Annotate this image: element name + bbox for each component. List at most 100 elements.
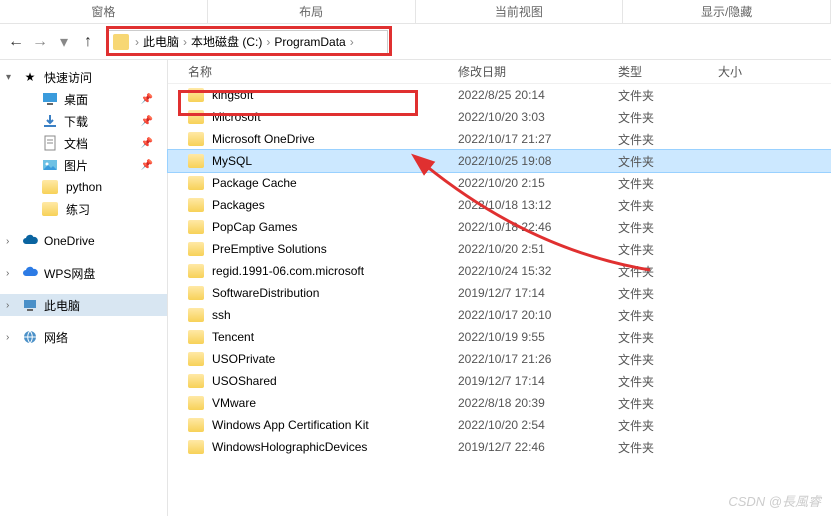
table-row[interactable]: VMware2022/8/18 20:39文件夹	[168, 392, 831, 414]
breadcrumb-item[interactable]: 本地磁盘 (C:)	[189, 33, 264, 50]
file-name: PopCap Games	[212, 220, 297, 234]
sidebar-item-documents[interactable]: 文档 📌	[0, 132, 167, 154]
col-header-date[interactable]: 修改日期	[458, 63, 618, 80]
file-date: 2022/10/17 21:27	[458, 132, 618, 146]
file-date: 2022/10/25 19:08	[458, 154, 618, 168]
pin-icon: 📌	[141, 138, 153, 149]
sidebar-label: 桌面	[64, 91, 88, 108]
file-name: Packages	[212, 198, 265, 212]
breadcrumb-item[interactable]: ProgramData	[272, 35, 347, 49]
table-row[interactable]: USOPrivate2022/10/17 21:26文件夹	[168, 348, 831, 370]
column-headers: 名称 修改日期 类型 大小	[168, 60, 831, 84]
file-type: 文件夹	[618, 263, 718, 280]
ribbon-tab-view[interactable]: 当前视图	[416, 0, 624, 23]
sidebar-item-onedrive[interactable]: › OneDrive	[0, 230, 167, 252]
table-row[interactable]: Microsoft OneDrive2022/10/17 21:27文件夹	[168, 128, 831, 150]
col-header-name[interactable]: 名称	[168, 63, 458, 80]
folder-icon	[188, 264, 204, 278]
chevron-right-icon: ›	[6, 300, 9, 311]
file-type: 文件夹	[618, 395, 718, 412]
table-row[interactable]: Microsoft2022/10/20 3:03文件夹	[168, 106, 831, 128]
file-type: 文件夹	[618, 351, 718, 368]
sidebar-quick-access[interactable]: ▾ ★ 快速访问	[0, 66, 167, 88]
folder-icon	[188, 440, 204, 454]
sidebar-label: 网络	[44, 329, 68, 346]
file-date: 2022/10/18 22:46	[458, 220, 618, 234]
folder-icon	[42, 180, 58, 194]
sidebar-label: 文档	[64, 135, 88, 152]
table-row[interactable]: regid.1991-06.com.microsoft 2022/10/24 15…	[168, 260, 831, 282]
sidebar-item-practice[interactable]: 练习	[0, 198, 167, 220]
folder-icon	[188, 396, 204, 410]
file-type: 文件夹	[618, 175, 718, 192]
table-row[interactable]: MySQL2022/10/25 19:08文件夹	[168, 150, 831, 172]
ribbon-tab-panes[interactable]: 窗格	[0, 0, 208, 23]
up-button[interactable]: ↑	[78, 32, 98, 52]
chevron-down-icon: ▾	[6, 72, 11, 83]
col-header-size[interactable]: 大小	[718, 63, 831, 80]
file-date: 2019/12/7 22:46	[458, 440, 618, 454]
table-row[interactable]: PopCap Games2022/10/18 22:46文件夹	[168, 216, 831, 238]
file-date: 2022/10/20 2:51	[458, 242, 618, 256]
sidebar-label: 下载	[64, 113, 88, 130]
table-row[interactable]: Package Cache2022/10/20 2:15文件夹	[168, 172, 831, 194]
file-name: Package Cache	[212, 176, 297, 190]
folder-icon	[188, 88, 204, 102]
sidebar-item-network[interactable]: › 网络	[0, 326, 167, 348]
file-name: WindowsHolographicDevices	[212, 440, 367, 454]
sidebar-label: 图片	[64, 157, 88, 174]
sidebar-item-python[interactable]: python	[0, 176, 167, 198]
file-name: SoftwareDistribution	[212, 286, 319, 300]
breadcrumb-item[interactable]: 此电脑	[141, 33, 181, 50]
sidebar-item-desktop[interactable]: 桌面 📌	[0, 88, 167, 110]
star-icon: ★	[22, 69, 38, 85]
file-type: 文件夹	[618, 241, 718, 258]
ribbon-tab-layout[interactable]: 布局	[208, 0, 416, 23]
file-name: regid.1991-06.com.microsoft	[212, 264, 364, 278]
cloud-icon	[22, 265, 38, 281]
table-row[interactable]: kingsoft2022/8/25 20:14文件夹	[168, 84, 831, 106]
table-row[interactable]: Packages2022/10/18 13:12文件夹	[168, 194, 831, 216]
file-name: ssh	[212, 308, 231, 322]
nav-row: ← → ▾ ↑ › 此电脑 › 本地磁盘 (C:) › ProgramData …	[0, 24, 831, 60]
table-row[interactable]: USOShared2019/12/7 17:14文件夹	[168, 370, 831, 392]
table-row[interactable]: SoftwareDistribution2019/12/7 17:14文件夹	[168, 282, 831, 304]
breadcrumb[interactable]: › 此电脑 › 本地磁盘 (C:) › ProgramData ›	[108, 30, 388, 54]
pin-icon: 📌	[141, 116, 153, 127]
table-row[interactable]: WindowsHolographicDevices 2019/12/7 22:46…	[168, 436, 831, 458]
sidebar-item-wps[interactable]: › WPS网盘	[0, 262, 167, 284]
file-date: 2022/10/20 2:54	[458, 418, 618, 432]
ribbon-tabs: 窗格 布局 当前视图 显示/隐藏	[0, 0, 831, 24]
file-type: 文件夹	[618, 87, 718, 104]
sidebar-item-pictures[interactable]: 图片 📌	[0, 154, 167, 176]
ribbon-tab-showhide[interactable]: 显示/隐藏	[623, 0, 831, 23]
file-date: 2022/10/24 15:32	[458, 264, 618, 278]
cloud-icon	[22, 233, 38, 249]
sidebar-item-downloads[interactable]: 下载 📌	[0, 110, 167, 132]
sidebar-label: python	[66, 180, 102, 194]
col-header-type[interactable]: 类型	[618, 63, 718, 80]
table-row[interactable]: Tencent2022/10/19 9:55文件夹	[168, 326, 831, 348]
sidebar-label: 快速访问	[44, 69, 92, 86]
forward-button[interactable]: →	[30, 32, 50, 52]
back-button[interactable]: ←	[6, 32, 26, 52]
file-type: 文件夹	[618, 285, 718, 302]
chevron-right-icon: ›	[6, 332, 9, 343]
folder-icon	[188, 352, 204, 366]
file-name: Microsoft	[212, 110, 261, 124]
recent-dropdown[interactable]: ▾	[54, 32, 74, 52]
sidebar-item-thispc[interactable]: › 此电脑	[0, 294, 167, 316]
watermark: CSDN @長風睿	[728, 491, 821, 510]
table-row[interactable]: ssh2022/10/17 20:10文件夹	[168, 304, 831, 326]
table-row[interactable]: PreEmptive Solutions2022/10/20 2:51文件夹	[168, 238, 831, 260]
folder-icon	[188, 330, 204, 344]
sidebar-label: 此电脑	[44, 297, 80, 314]
folder-icon	[188, 418, 204, 432]
folder-icon	[188, 110, 204, 124]
file-name: Windows App Certification Kit	[212, 418, 369, 432]
pin-icon: 📌	[141, 94, 153, 105]
chevron-right-icon: ›	[350, 35, 354, 49]
table-row[interactable]: Windows App Certification Kit 2022/10/20 …	[168, 414, 831, 436]
file-name: MySQL	[212, 154, 252, 168]
file-date: 2022/8/25 20:14	[458, 88, 618, 102]
